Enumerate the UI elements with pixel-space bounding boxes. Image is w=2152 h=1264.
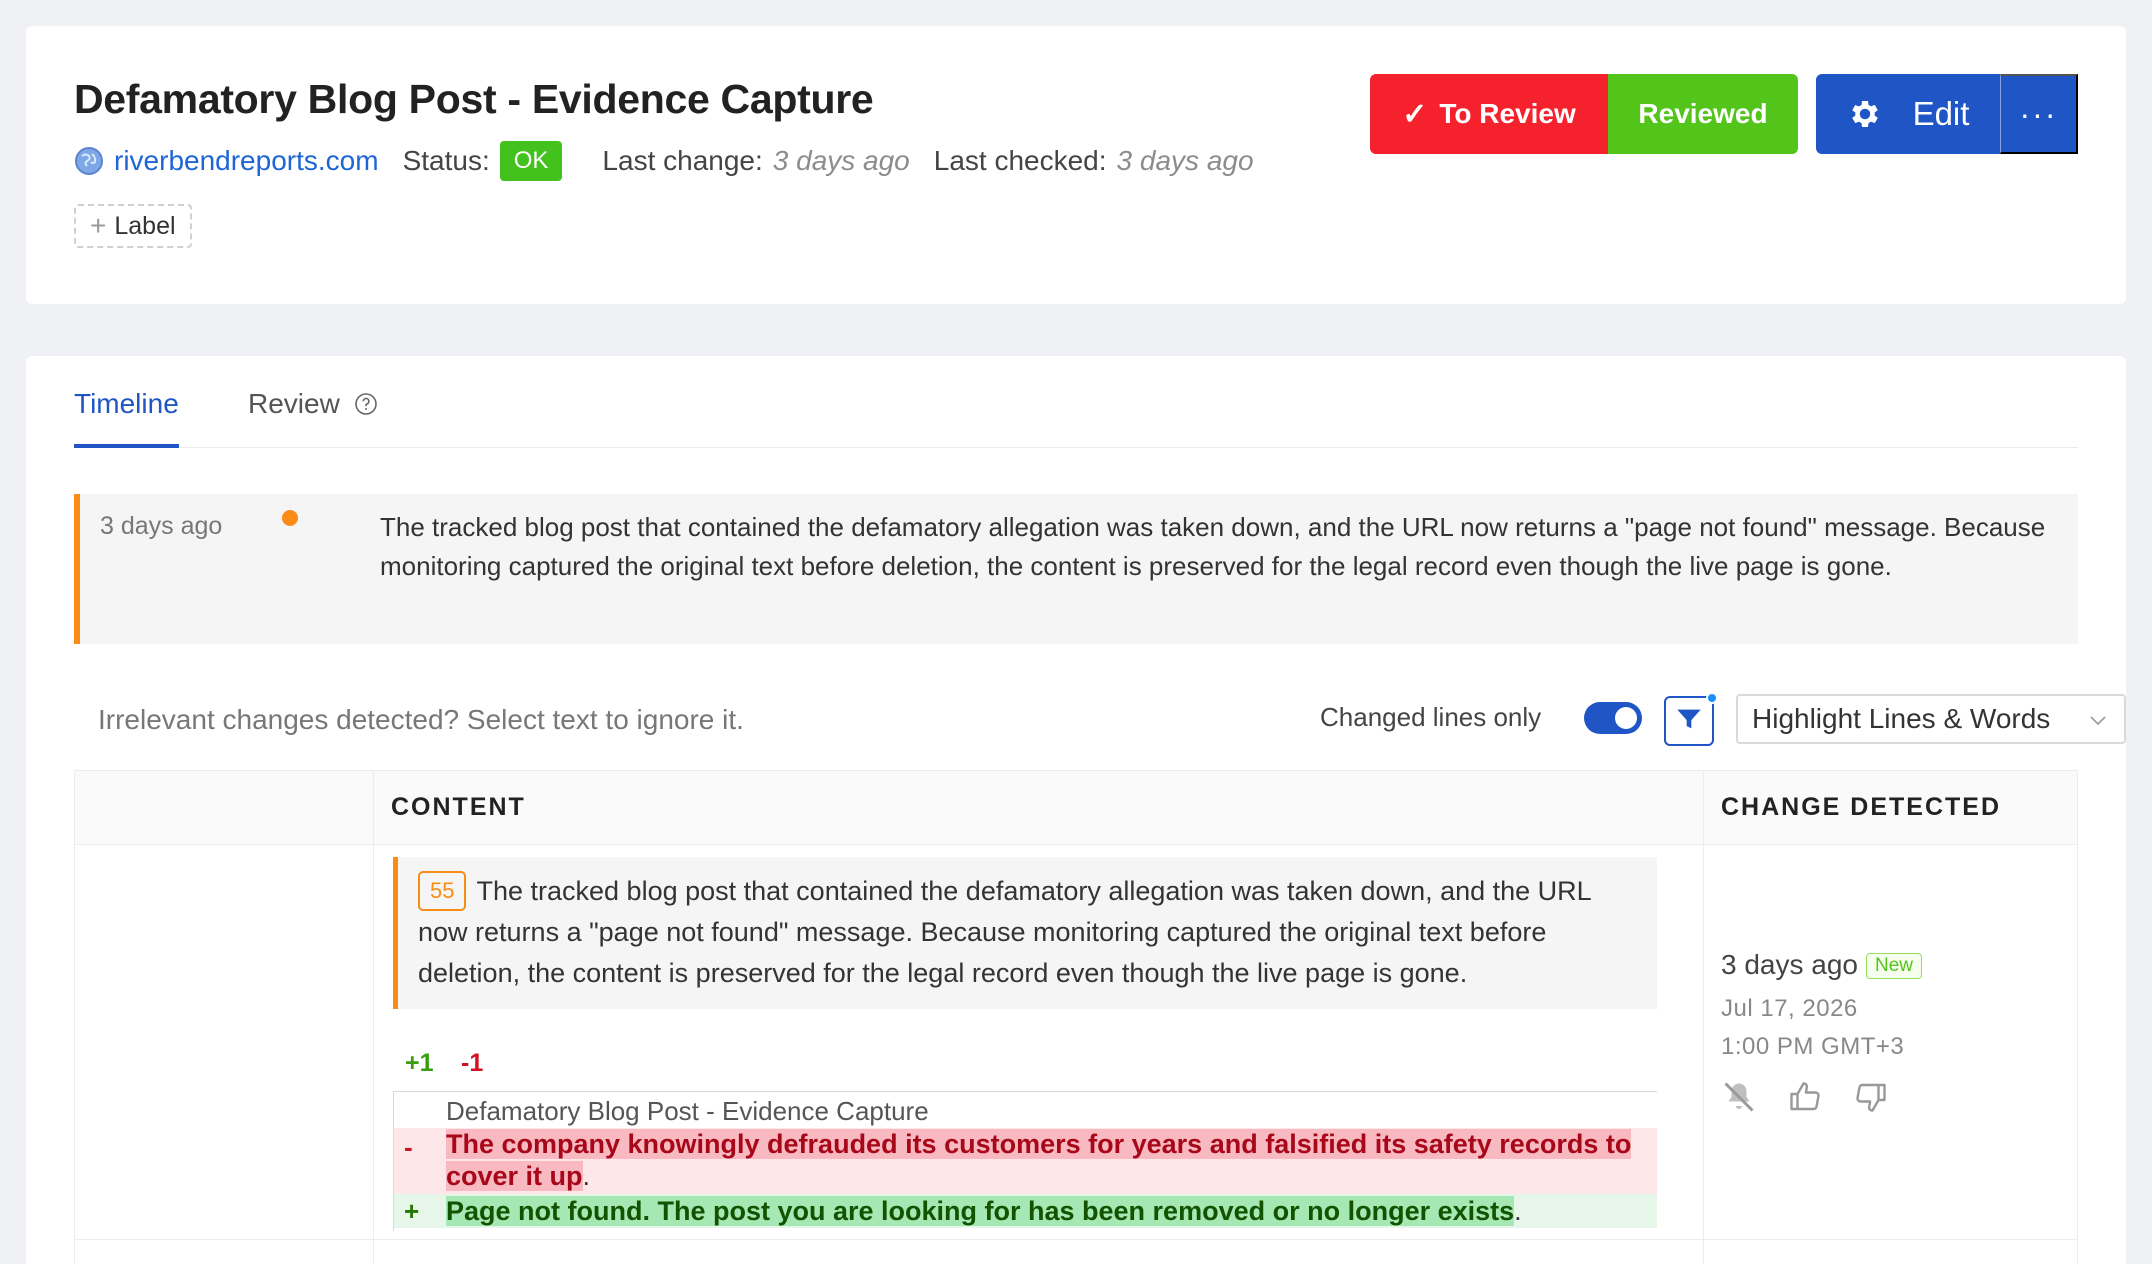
filter-icon [1675, 705, 1703, 738]
reviewed-button[interactable]: Reviewed [1608, 74, 1798, 154]
tab-timeline[interactable]: Timeline [74, 388, 179, 448]
diff-view: Defamatory Blog Post - Evidence Capture … [393, 1091, 1657, 1231]
reviewed-label: Reviewed [1638, 98, 1768, 129]
edit-button-group: Edit ··· [1816, 74, 2078, 154]
add-label-text: Label [114, 211, 176, 240]
last-checked-label: Last checked: [933, 145, 1107, 176]
column-header-content: CONTENT [391, 793, 526, 821]
added-trailing: . [1514, 1196, 1522, 1226]
table-header: CONTENT CHANGE DETECTED [75, 771, 2077, 845]
tab-bar: Timeline Review [74, 356, 2078, 448]
last-change-label: Last change: [602, 145, 763, 176]
tab-review-label: Review [248, 388, 340, 419]
removed-marker: - [404, 1132, 413, 1162]
detected-date: Jul 17, 2026 [1721, 995, 1858, 1022]
main-panel: Timeline Review 3 days ago The tracked b… [26, 356, 2126, 1264]
detected-relative-time: 3 days ago New [1721, 949, 1923, 981]
removed-line-content: The company knowingly defrauded its cust… [446, 1128, 1646, 1192]
detected-relative-text: 3 days ago [1721, 949, 1858, 980]
column-divider [1703, 771, 1704, 1264]
tab-timeline-label: Timeline [74, 388, 179, 419]
thumbs-up-icon[interactable] [1787, 1079, 1823, 1115]
new-badge: New [1866, 953, 1923, 979]
changed-lines-toggle[interactable] [1584, 702, 1642, 734]
monitor-header: Defamatory Blog Post - Evidence Capture … [26, 26, 2126, 304]
more-actions-button[interactable]: ··· [2000, 74, 2078, 154]
added-line-content: Page not found. The post you are looking… [446, 1194, 1522, 1228]
check-icon: ✓ [1402, 97, 1428, 131]
filter-active-dot [1706, 692, 1718, 704]
gear-icon [1847, 96, 1883, 132]
added-marker: + [404, 1196, 420, 1226]
changed-lines-label: Changed lines only [1320, 702, 1542, 732]
removed-lines-count: -1 [461, 1049, 484, 1077]
add-label-button[interactable]: + Label [74, 204, 192, 248]
meta-row: riverbendreports.com Status: OK Last cha… [74, 140, 1278, 182]
change-summary-text: The tracked blog post that contained the… [418, 876, 1591, 988]
added-lines-count: +1 [405, 1049, 434, 1077]
status-label: Status: [402, 145, 490, 176]
filter-button[interactable] [1664, 692, 1718, 746]
thumbs-down-icon[interactable] [1853, 1079, 1889, 1115]
last-checked-value: 3 days ago [1116, 145, 1254, 176]
diff-table: CONTENT CHANGE DETECTED 55 The tracked bl… [74, 770, 2078, 1264]
highlight-mode-select[interactable]: Highlight Lines & Words [1736, 694, 2126, 744]
mute-notification-icon[interactable] [1721, 1079, 1757, 1115]
line-number-badge[interactable]: 55 [418, 871, 467, 911]
to-review-label: To Review [1439, 98, 1576, 129]
detected-time: 1:00 PM GMT+3 [1721, 1033, 1905, 1060]
removed-trailing: . [582, 1161, 591, 1191]
removed-text: The company knowingly defrauded its cust… [446, 1129, 1632, 1191]
diff-context-line: Defamatory Blog Post - Evidence Capture [446, 1096, 929, 1126]
added-text: Page not found. The post you are looking… [446, 1196, 1515, 1226]
column-header-change-detected: CHANGE DETECTED [1721, 793, 2002, 821]
event-status-dot [282, 510, 298, 526]
last-change-value: 3 days ago [772, 145, 910, 176]
page-title: Defamatory Blog Post - Evidence Capture [74, 76, 874, 122]
change-actions [1721, 1079, 1889, 1115]
tab-review[interactable]: Review [248, 388, 378, 448]
event-summary: The tracked blog post that contained the… [380, 512, 2046, 581]
column-divider [373, 771, 374, 1264]
plus-icon: + [90, 210, 107, 241]
timeline-event: 3 days ago The tracked blog post that co… [74, 494, 2078, 644]
diff-removed-line: - The company knowingly defrauded its cu… [394, 1128, 1657, 1194]
diff-toolbar: Irrelevant changes detected? Select text… [74, 692, 2126, 746]
to-review-button[interactable]: ✓ To Review [1370, 74, 1608, 154]
review-toggle-group: ✓ To Review Reviewed [1370, 74, 1798, 154]
site-link[interactable]: riverbendreports.com [114, 145, 379, 177]
highlight-mode-value: Highlight Lines & Words [1752, 703, 2051, 734]
change-summary: 55 The tracked blog post that contained t… [393, 857, 1657, 1009]
event-time: 3 days ago [100, 512, 223, 540]
status-badge: OK [499, 141, 563, 181]
edit-label: Edit [1912, 95, 1970, 132]
help-icon[interactable] [348, 388, 378, 419]
globe-icon [74, 146, 104, 176]
edit-button[interactable]: Edit [1816, 74, 2000, 154]
row-divider [75, 1239, 2077, 1240]
ignore-hint: Irrelevant changes detected? Select text… [98, 704, 744, 735]
diff-added-line: + Page not found. The post you are looki… [394, 1194, 1657, 1228]
